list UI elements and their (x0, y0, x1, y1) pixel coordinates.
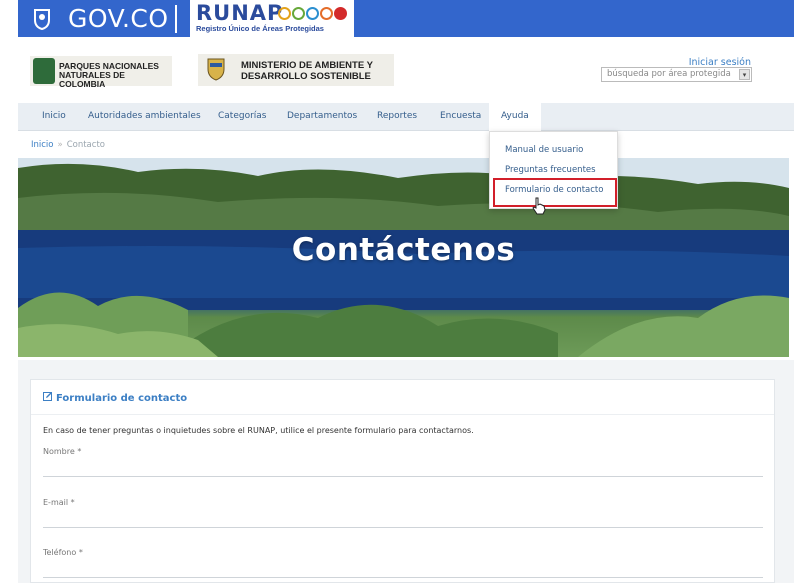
runap-subtitle: Registro Único de Áreas Protegidas (196, 24, 324, 33)
gov-co-brand[interactable]: GOV.CO (68, 4, 169, 33)
ministerio-logo-text: MINISTERIO DE AMBIENTE Y DESARROLLO SOST… (241, 60, 373, 82)
protected-area-search-select[interactable]: búsqueda por área protegida ▾ (601, 67, 752, 82)
menu-item-preguntas-frecuentes[interactable]: Preguntas frecuentes (505, 165, 596, 175)
nav-departamentos[interactable]: Departamentos (287, 111, 357, 121)
breadcrumb-separator: » (57, 140, 63, 150)
breadcrumb-current: Contacto (66, 140, 105, 150)
site-header: PARQUES NACIONALES NATURALES DE COLOMBIA… (18, 37, 794, 103)
ministerio-line-2: DESARROLLO SOSTENIBLE (241, 71, 371, 82)
telefono-input[interactable] (43, 577, 763, 578)
edit-icon (43, 392, 52, 401)
pnn-emblem-icon (33, 58, 55, 84)
form-intro: En caso de tener preguntas o inquietudes… (43, 426, 474, 435)
hero-banner: Contáctenos (18, 158, 789, 357)
parques-nacionales-logo[interactable]: PARQUES NACIONALES NATURALES DE COLOMBIA (30, 56, 172, 89)
contact-form-card: Formulario de contacto En caso de tener … (30, 379, 775, 583)
ministerio-line-1: MINISTERIO DE AMBIENTE Y (241, 60, 373, 71)
ayuda-dropdown-menu: Manual de usuario Preguntas frecuentes F… (489, 131, 618, 209)
gov-separator (175, 5, 177, 33)
colombia-shield-icon (207, 58, 225, 81)
hero-title: Contáctenos (291, 232, 516, 268)
runap-circles-icon (278, 5, 348, 24)
field-label-email: E-mail * (43, 498, 75, 507)
nav-autoridades-ambientales[interactable]: Autoridades ambientales (88, 111, 201, 121)
search-select-value: búsqueda por área protegida (607, 69, 731, 79)
breadcrumb: Inicio» Contacto (31, 140, 105, 150)
nav-categorias[interactable]: Categorías (218, 111, 267, 121)
ministerio-logo[interactable]: MINISTERIO DE AMBIENTE Y DESARROLLO SOST… (198, 54, 394, 86)
main-nav: Inicio Autoridades ambientales Categoría… (18, 103, 794, 131)
nombre-input[interactable] (43, 476, 763, 477)
form-title: Formulario de contacto (43, 391, 187, 404)
email-input[interactable] (43, 527, 763, 528)
pnn-logo-text: PARQUES NACIONALES NATURALES DE COLOMBIA (59, 61, 159, 89)
nav-reportes[interactable]: Reportes (377, 111, 417, 121)
gov-top-bar: GOV.CO RUNAP Registro Único de Áreas Pro… (18, 0, 794, 37)
runap-title: RUNAP (196, 1, 284, 25)
field-label-telefono: Teléfono * (43, 548, 83, 557)
form-divider (31, 414, 774, 415)
nav-encuesta[interactable]: Encuesta (440, 111, 481, 121)
field-label-nombre: Nombre * (43, 447, 82, 456)
menu-item-manual-de-usuario[interactable]: Manual de usuario (505, 145, 583, 155)
colombia-crest-icon (34, 9, 50, 30)
runap-logo[interactable]: RUNAP Registro Único de Áreas Protegidas (190, 0, 354, 37)
highlight-box (493, 178, 617, 207)
nav-inicio[interactable]: Inicio (42, 111, 66, 121)
form-title-text: Formulario de contacto (56, 393, 188, 404)
hand-cursor-icon (532, 197, 546, 215)
breadcrumb-home[interactable]: Inicio (31, 140, 54, 150)
chevron-down-icon[interactable]: ▾ (739, 69, 750, 80)
nav-ayuda[interactable]: Ayuda (489, 103, 541, 131)
